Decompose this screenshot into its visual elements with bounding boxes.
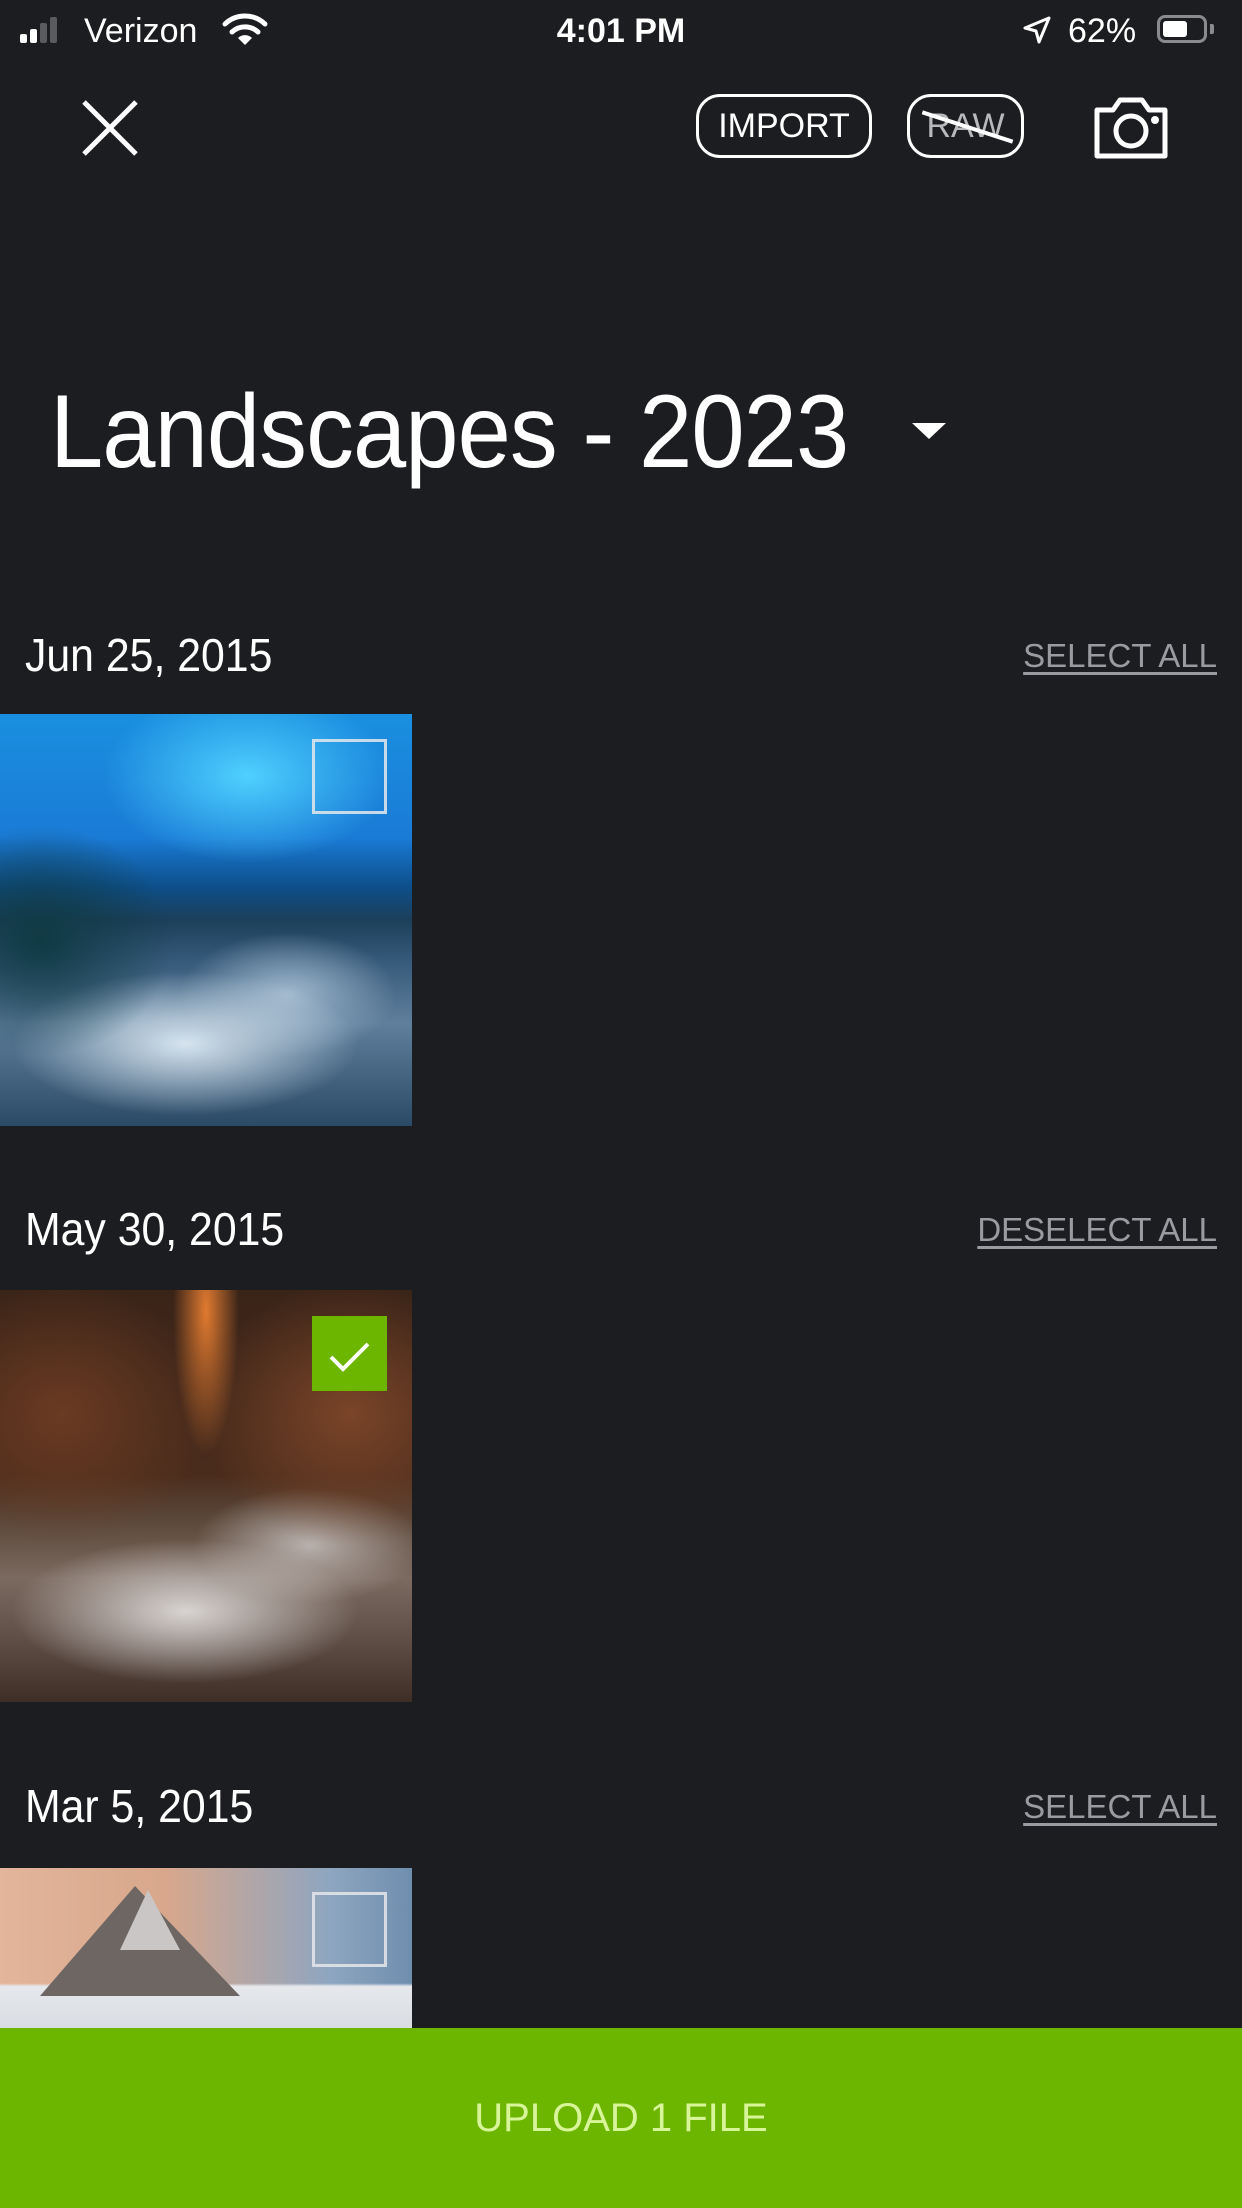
battery-level [1163, 21, 1187, 37]
photo-thumbnail[interactable] [0, 1290, 412, 1702]
raw-toggle-button[interactable]: RAW [907, 94, 1024, 158]
battery-percent: 62% [1068, 12, 1137, 50]
deselect-all-button[interactable]: DESELECT ALL [977, 1208, 1217, 1252]
group-date: May 30, 2015 [25, 1203, 285, 1255]
battery-icon [1157, 15, 1207, 43]
location-arrow-icon [1023, 16, 1051, 44]
photo-checkbox[interactable] [312, 739, 387, 814]
status-bar: Verizon 4:01 PM 62% [0, 0, 1242, 62]
upload-button[interactable]: UPLOAD 1 FILE [0, 2028, 1242, 2208]
import-button[interactable]: IMPORT [696, 94, 872, 158]
photo-checkbox[interactable] [312, 1892, 387, 1967]
checkmark-icon [329, 1342, 370, 1372]
select-all-button[interactable]: SELECT ALL [1023, 634, 1217, 678]
close-icon [82, 100, 138, 156]
photo-thumbnail[interactable] [0, 714, 412, 1126]
battery-nub [1210, 24, 1214, 34]
camera-button[interactable] [1091, 94, 1171, 160]
photo-thumbnail[interactable] [0, 1868, 412, 2028]
group-date: Jun 25, 2015 [25, 629, 273, 681]
caret-down-icon[interactable] [912, 423, 946, 439]
mountain-snow-shape [120, 1890, 180, 1950]
select-all-button[interactable]: SELECT ALL [1023, 1785, 1217, 1829]
close-button[interactable] [70, 90, 150, 170]
photo-checkbox[interactable] [312, 1316, 387, 1391]
camera-icon [1094, 97, 1168, 159]
clock: 4:01 PM [556, 12, 686, 50]
group-date: Mar 5, 2015 [25, 1780, 254, 1832]
album-title[interactable]: Landscapes - 2023 [50, 370, 849, 494]
